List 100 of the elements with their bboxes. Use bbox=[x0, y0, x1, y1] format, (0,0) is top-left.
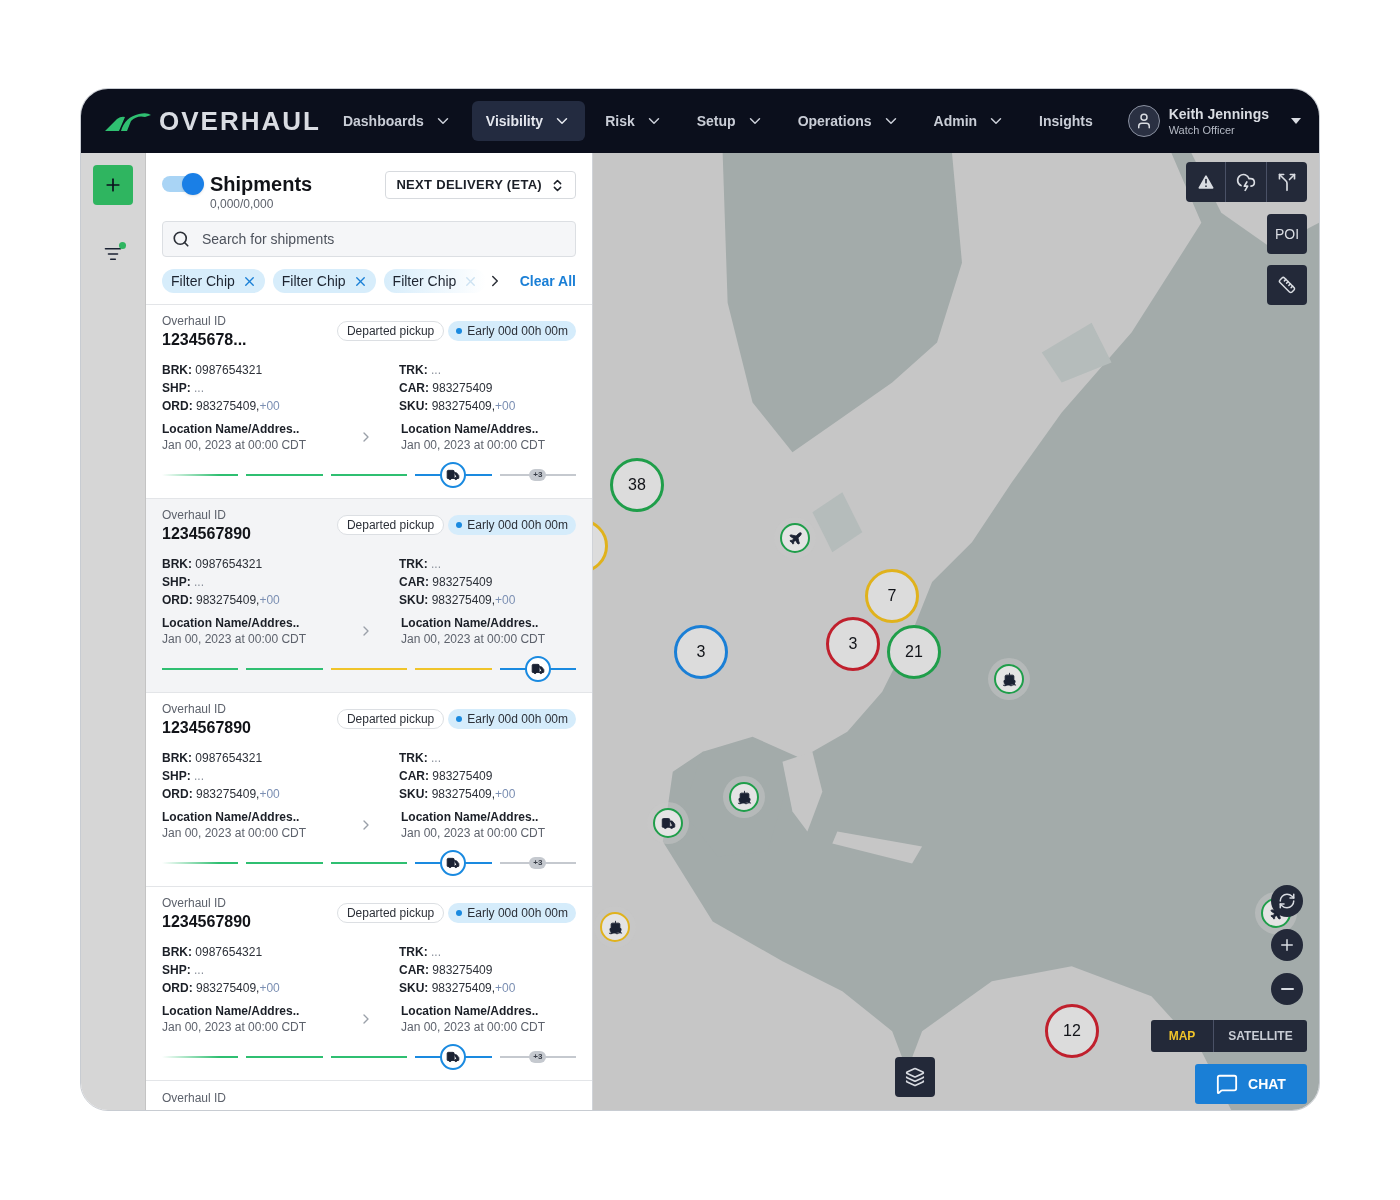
fork-arrow-icon bbox=[1277, 172, 1297, 192]
shipment-count: 0,000/0,000 bbox=[210, 197, 275, 211]
truck-icon bbox=[446, 856, 461, 870]
detail-field: ORD: 983275409,+00 bbox=[162, 785, 399, 803]
detail-field: SHP: ... bbox=[162, 379, 399, 397]
search-icon bbox=[172, 230, 190, 248]
id-label: Overhaul ID bbox=[162, 701, 228, 717]
shipment-card[interactable] bbox=[146, 499, 592, 693]
detail-field: SHP: ... bbox=[162, 961, 399, 979]
poi-button[interactable]: POI bbox=[1267, 214, 1307, 254]
search-field[interactable]: Search for shipments bbox=[162, 221, 576, 257]
truck-icon bbox=[660, 815, 676, 831]
detail-field: ORD: 983275409,+00 bbox=[162, 397, 399, 415]
destination-date: Jan 00, 2023 at 00:00 CDT bbox=[401, 1019, 547, 1035]
destination-date: Jan 00, 2023 at 00:00 CDT bbox=[401, 631, 547, 647]
nav-menu-item[interactable]: Operations bbox=[783, 101, 914, 141]
detail-field: CAR: 983275409 bbox=[399, 961, 576, 979]
chat-icon bbox=[1216, 1073, 1239, 1095]
detail-field: TRK: ... bbox=[399, 749, 576, 767]
layers-button[interactable] bbox=[895, 1057, 935, 1097]
user-role: Watch Officer bbox=[1168, 123, 1236, 137]
logo-icon bbox=[105, 111, 151, 131]
ship-icon bbox=[607, 919, 623, 935]
destination-date: Jan 00, 2023 at 00:00 CDT bbox=[401, 437, 547, 453]
ruler-icon bbox=[1278, 276, 1296, 294]
origin-name: Location Name/Addres.. bbox=[162, 615, 301, 631]
logo-wordmark: OVERHAUL bbox=[159, 108, 321, 134]
ship-icon bbox=[736, 789, 752, 805]
truck-icon bbox=[530, 662, 545, 676]
detail-field: SHP: ... bbox=[162, 573, 399, 591]
destination-name: Location Name/Addres.. bbox=[401, 1003, 540, 1019]
status-tag: Departed pickup bbox=[336, 709, 445, 729]
detail-field: BRK: 0987654321 bbox=[162, 361, 399, 379]
status-tag: Departed pickup bbox=[336, 321, 445, 341]
nav-menu-item[interactable]: Insights bbox=[1025, 101, 1107, 141]
shipment-id: 1234567890 bbox=[162, 912, 251, 932]
truck-icon bbox=[446, 1050, 461, 1064]
warning-icon bbox=[1195, 172, 1216, 192]
eta-tag: Early 00d 00h 00m bbox=[448, 709, 576, 729]
chat-button[interactable]: CHAT bbox=[1195, 1064, 1307, 1104]
sort-button[interactable]: NEXT DELIVERY (ETA) bbox=[385, 171, 576, 199]
ship-icon bbox=[1001, 671, 1017, 687]
truck-icon bbox=[446, 468, 461, 482]
eta-tag: Early 00d 00h 00m bbox=[448, 903, 576, 923]
panel-title: Shipments bbox=[210, 172, 313, 197]
detail-field: BRK: 0987654321 bbox=[162, 943, 399, 961]
origin-name: Location Name/Addres.. bbox=[162, 809, 301, 825]
nav-menu-item[interactable]: Setup bbox=[682, 101, 778, 141]
detail-field: SKU: 983275409,+00 bbox=[399, 397, 576, 415]
caret-down-icon[interactable] bbox=[1291, 118, 1301, 124]
minus-icon bbox=[1280, 988, 1294, 990]
detail-field: SKU: 983275409,+00 bbox=[399, 591, 576, 609]
status-tag: Departed pickup bbox=[336, 903, 445, 923]
add-button[interactable] bbox=[93, 165, 133, 205]
eta-tag: Early 00d 00h 00m bbox=[448, 321, 576, 341]
ruler-button[interactable] bbox=[1267, 265, 1307, 305]
avatar-icon bbox=[1127, 105, 1160, 137]
origin-name: Location Name/Addres.. bbox=[162, 1003, 301, 1019]
origin-name: Location Name/Addres.. bbox=[162, 421, 301, 437]
detail-field: TRK: ... bbox=[399, 555, 576, 573]
detail-field: BRK: 0987654321 bbox=[162, 555, 399, 573]
nav-menu-item[interactable]: Visibility bbox=[471, 101, 586, 141]
toggle-switch[interactable] bbox=[162, 176, 202, 192]
shipment-id: 1234567890 bbox=[162, 718, 251, 738]
id-label: Overhaul ID bbox=[162, 313, 228, 329]
eta-tag: Early 00d 00h 00m bbox=[448, 515, 576, 535]
detail-field: TRK: ... bbox=[399, 361, 576, 379]
refresh-icon bbox=[1278, 892, 1296, 910]
detail-field: SKU: 983275409,+00 bbox=[399, 785, 576, 803]
nav-menu-item[interactable]: Admin bbox=[919, 101, 1020, 141]
detail-field: BRK: 0987654321 bbox=[162, 749, 399, 767]
clear-all-link[interactable]: Clear All bbox=[519, 270, 576, 292]
map-mode-tab[interactable]: MAP bbox=[1151, 1020, 1214, 1052]
origin-date: Jan 00, 2023 at 00:00 CDT bbox=[162, 1019, 308, 1035]
stops-badge: +3 bbox=[529, 469, 547, 481]
filter-chip[interactable]: Filter Chip bbox=[162, 269, 265, 293]
map-mode-tab[interactable]: SATELLITE bbox=[1214, 1020, 1307, 1052]
plane-icon bbox=[787, 530, 803, 546]
origin-date: Jan 00, 2023 at 00:00 CDT bbox=[162, 825, 308, 841]
layers-icon bbox=[905, 1067, 925, 1087]
detail-field: TRK: ... bbox=[399, 943, 576, 961]
detail-field: CAR: 983275409 bbox=[399, 767, 576, 785]
detail-field: CAR: 983275409 bbox=[399, 573, 576, 591]
stops-badge: +3 bbox=[529, 1051, 547, 1063]
detail-field: CAR: 983275409 bbox=[399, 379, 576, 397]
shipment-id: 1234567890 bbox=[162, 524, 251, 544]
user-name: Keith Jennings bbox=[1168, 105, 1269, 123]
id-label: Overhaul ID bbox=[162, 1091, 227, 1105]
id-label: Overhaul ID bbox=[162, 507, 228, 523]
detail-field: SKU: 983275409,+00 bbox=[399, 979, 576, 997]
plus-icon bbox=[1278, 936, 1296, 954]
shipment-id: 12345678... bbox=[162, 330, 247, 350]
detail-field: SHP: ... bbox=[162, 767, 399, 785]
origin-date: Jan 00, 2023 at 00:00 CDT bbox=[162, 437, 308, 453]
filter-chip[interactable]: Filter Chip bbox=[272, 269, 376, 293]
filter-icon[interactable] bbox=[102, 245, 124, 263]
nav-menu-item[interactable]: Dashboards bbox=[328, 101, 466, 141]
destination-date: Jan 00, 2023 at 00:00 CDT bbox=[401, 825, 547, 841]
status-tag: Departed pickup bbox=[336, 515, 445, 535]
nav-menu-item[interactable]: Risk bbox=[591, 101, 677, 141]
